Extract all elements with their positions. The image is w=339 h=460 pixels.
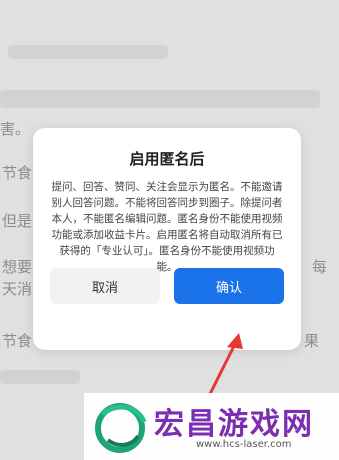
anonymous-dialog: 启用匿名后 提问、回答、赞同、关注会显示为匿名。不能邀请别人回答问题。不能将回答… bbox=[33, 128, 301, 350]
watermark: 宏昌游戏网 www.hcs-laser.com bbox=[84, 393, 339, 460]
dialog-message: 提问、回答、赞同、关注会显示为匿名。不能邀请别人回答问题。不能将回答同步到圈子。… bbox=[51, 181, 283, 273]
watermark-title: 宏昌游戏网 bbox=[154, 407, 314, 442]
dragon-logo-icon bbox=[95, 403, 147, 453]
watermark-url: www.hcs-laser.com bbox=[196, 439, 292, 450]
cancel-button[interactable]: 取消 bbox=[50, 268, 160, 304]
dialog-title: 启用匿名后 bbox=[129, 150, 205, 168]
confirm-button[interactable]: 确认 bbox=[174, 268, 284, 304]
